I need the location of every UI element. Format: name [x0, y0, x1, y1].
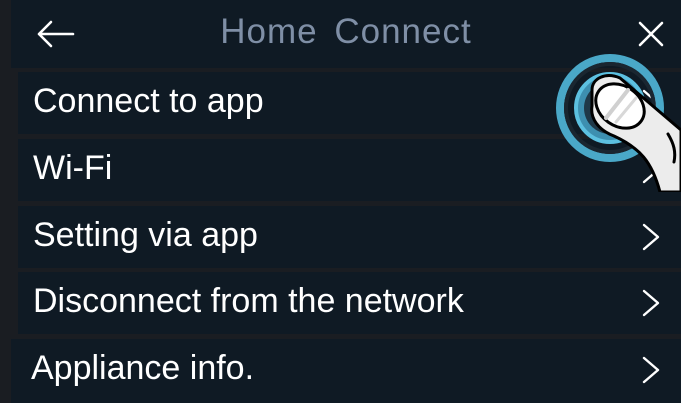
chevron-right-icon — [642, 156, 660, 184]
page-title: Home Connect — [220, 12, 472, 51]
chevron-right-icon — [642, 89, 660, 117]
menu-item-label: Appliance info. — [31, 349, 255, 387]
menu-item-connect-to-app[interactable]: Connect to app — [18, 72, 681, 134]
menu-item-appliance-info[interactable]: Appliance info. — [11, 339, 681, 403]
chevron-right-icon — [642, 356, 660, 384]
menu-item-label: Connect to app — [33, 82, 264, 120]
menu-item-label: Disconnect from the network — [33, 282, 464, 320]
display-screen: Home Connect Connect to app Wi-Fi Settin… — [0, 0, 681, 403]
chevron-right-icon — [642, 223, 660, 251]
header-bar: Home Connect — [11, 0, 681, 68]
menu-item-label: Wi-Fi — [33, 149, 113, 187]
menu-item-wifi[interactable]: Wi-Fi — [18, 139, 681, 201]
menu-item-setting-via-app[interactable]: Setting via app — [18, 206, 681, 268]
menu-item-disconnect[interactable]: Disconnect from the network — [18, 272, 681, 334]
close-icon[interactable] — [633, 16, 669, 52]
chevron-right-icon — [642, 289, 660, 317]
menu-item-label: Setting via app — [33, 216, 258, 254]
